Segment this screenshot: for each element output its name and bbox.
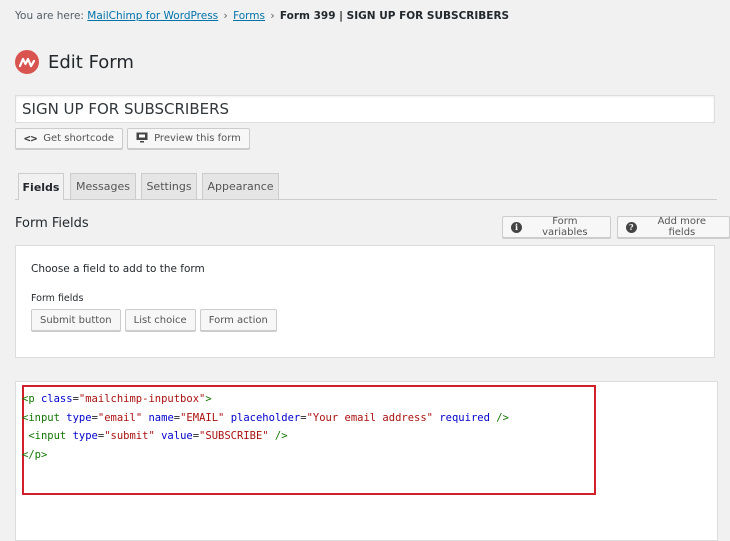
submit-button-field[interactable]: Submit button xyxy=(31,309,121,331)
form-variables-button[interactable]: i Form variables xyxy=(502,216,611,238)
tab-fields[interactable]: Fields xyxy=(18,173,64,200)
info-icon: i xyxy=(511,221,522,233)
list-choice-field[interactable]: List choice xyxy=(124,309,196,331)
breadcrumb: You are here: MailChimp for WordPress › … xyxy=(15,10,509,22)
get-shortcode-button[interactable]: <> Get shortcode xyxy=(15,128,124,149)
form-variables-label: Form variables xyxy=(542,216,588,238)
mailchimp-logo-icon xyxy=(15,50,39,74)
help-icon: ? xyxy=(625,221,637,233)
get-shortcode-label: Get shortcode xyxy=(43,133,115,144)
field-chooser-panel: Choose a field to add to the form Form f… xyxy=(15,245,715,358)
preview-form-label: Preview this form xyxy=(154,133,241,144)
code-line-1: <p class="mailchimp-inputbox"> xyxy=(22,393,212,405)
breadcrumb-current: Form 399 | SIGN UP FOR SUBSCRIBERS xyxy=(279,10,510,22)
form-action-field[interactable]: Form action xyxy=(199,309,277,331)
breadcrumb-prefix: You are here: xyxy=(15,10,88,22)
section-title: Form Fields xyxy=(15,216,89,231)
section-actions: i Form variables ? Add more fields xyxy=(502,216,730,238)
field-buttons: Submit button List choice Form action xyxy=(31,309,277,331)
preview-monitor-icon xyxy=(136,132,148,146)
code-line-2: <input type="email" name="EMAIL" placeho… xyxy=(22,411,509,424)
page-header: Edit Form xyxy=(15,50,134,74)
field-chooser-heading: Choose a field to add to the form xyxy=(31,263,205,275)
form-code-editor[interactable]: <p class="mailchimp-inputbox"> <input ty… xyxy=(15,381,718,541)
breadcrumb-link-mailchimp[interactable]: MailChimp for WordPress xyxy=(87,10,218,22)
breadcrumb-separator: › xyxy=(223,10,228,22)
form-fields-label: Form fields xyxy=(31,293,84,304)
code-content[interactable]: <p class="mailchimp-inputbox"> <input ty… xyxy=(22,390,509,464)
add-more-fields-label: Add more fields xyxy=(657,216,707,238)
form-name-input[interactable]: SIGN UP FOR SUBSCRIBERS xyxy=(15,95,715,123)
tab-appearance[interactable]: Appearance xyxy=(202,173,279,199)
page-title: Edit Form xyxy=(48,51,134,73)
code-icon: <> xyxy=(24,132,38,145)
form-actions: <> Get shortcode Preview this form xyxy=(15,128,250,149)
add-more-fields-button[interactable]: ? Add more fields xyxy=(616,216,730,238)
form-tabs: Fields Messages Settings Appearance xyxy=(15,173,717,200)
code-line-4: </p> xyxy=(22,448,48,461)
preview-form-button[interactable]: Preview this form xyxy=(127,128,250,149)
breadcrumb-separator: › xyxy=(270,10,275,22)
code-line-3: <input type="submit" value="SUBSCRIBE" /… xyxy=(22,430,288,442)
tab-messages[interactable]: Messages xyxy=(70,173,136,199)
breadcrumb-link-forms[interactable]: Forms xyxy=(233,10,265,22)
tab-settings[interactable]: Settings xyxy=(141,173,197,199)
